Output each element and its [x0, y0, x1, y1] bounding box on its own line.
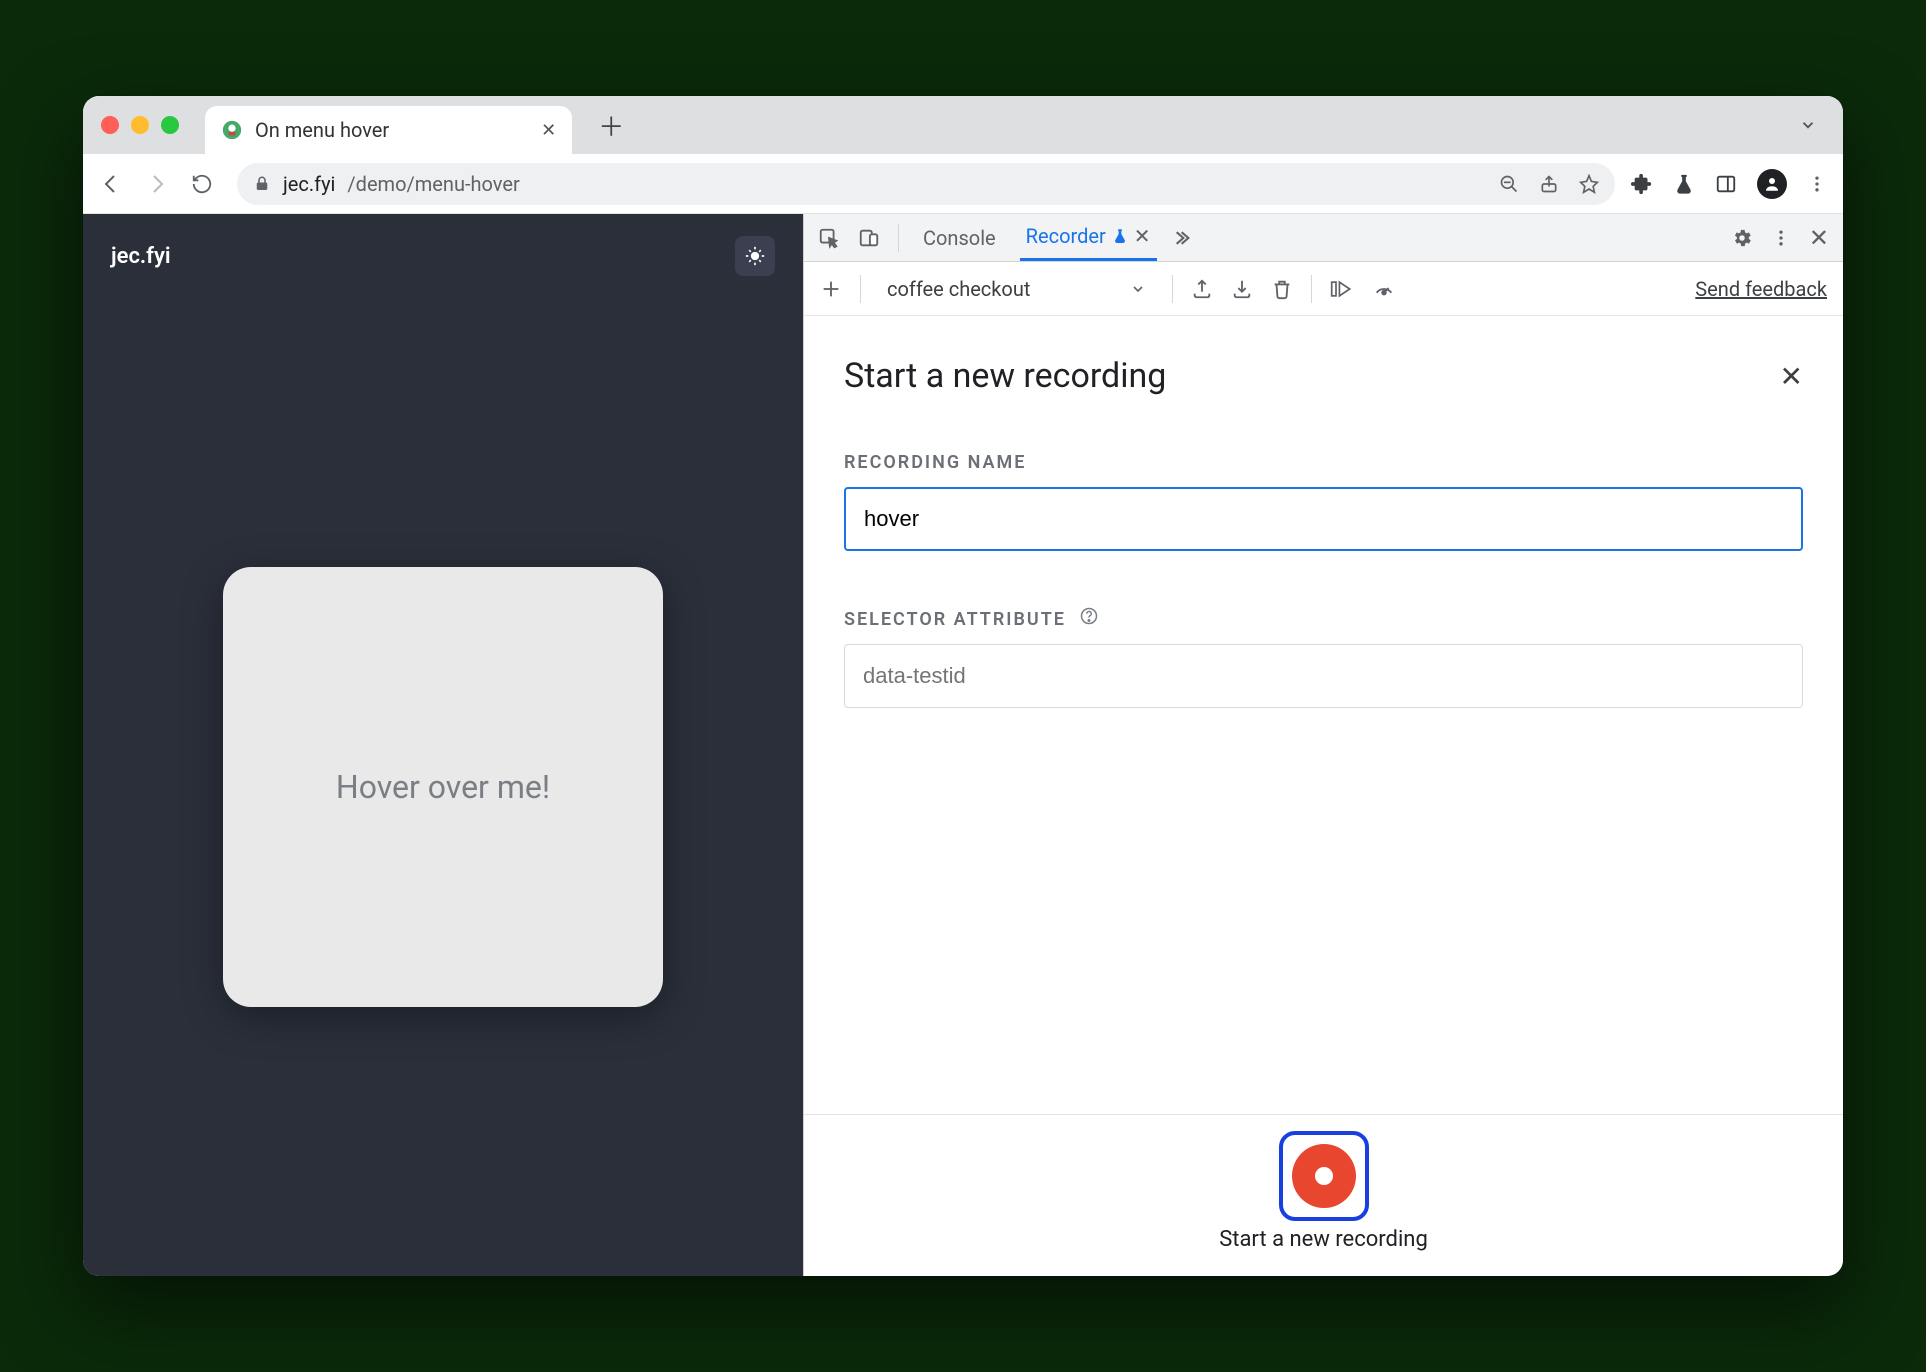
side-panel-icon[interactable]	[1715, 173, 1737, 195]
tab-title: On menu hover	[255, 118, 389, 142]
tab-strip: On menu hover ✕ ＋	[83, 96, 1843, 154]
site-name: jec.fyi	[111, 244, 171, 269]
minimize-window-button[interactable]	[131, 116, 149, 134]
tab-recorder[interactable]: Recorder ✕	[1020, 214, 1157, 261]
start-recording-button[interactable]	[1279, 1131, 1369, 1221]
address-bar[interactable]: jec.fyi/demo/menu-hover	[237, 163, 1615, 205]
close-window-button[interactable]	[101, 116, 119, 134]
replay-speed-icon[interactable]	[1372, 278, 1396, 300]
tab-console[interactable]: Console	[917, 214, 1002, 261]
panel-title: Start a new recording	[844, 356, 1166, 396]
browser-toolbar: jec.fyi/demo/menu-hover	[83, 154, 1843, 214]
labs-flask-icon[interactable]	[1673, 173, 1695, 195]
page-header: jec.fyi	[83, 214, 803, 298]
url-path: /demo/menu-hover	[347, 172, 519, 196]
forward-button[interactable]	[145, 172, 175, 196]
extensions-icon[interactable]	[1631, 173, 1653, 195]
theme-toggle-button[interactable]	[735, 236, 775, 276]
delete-icon[interactable]	[1271, 278, 1293, 300]
url-host: jec.fyi	[283, 172, 335, 196]
send-feedback-link[interactable]: Send feedback	[1695, 277, 1827, 301]
devtools-menu-icon[interactable]	[1771, 228, 1791, 248]
rendered-page: jec.fyi Hover over me!	[83, 214, 803, 1276]
recording-select[interactable]: coffee checkout	[879, 277, 1154, 301]
new-tab-button[interactable]: ＋	[598, 107, 624, 144]
browser-tab[interactable]: On menu hover ✕	[205, 106, 572, 154]
browser-menu-icon[interactable]	[1807, 174, 1827, 194]
inspect-element-icon[interactable]	[818, 227, 840, 249]
close-tab-recorder-icon[interactable]: ✕	[1134, 224, 1151, 248]
favicon-icon	[221, 119, 243, 141]
tab-list-chevron-icon[interactable]	[1799, 116, 1817, 134]
more-tabs-chevron-icon[interactable]	[1175, 228, 1195, 248]
replay-icon[interactable]	[1330, 278, 1354, 300]
recording-name-input[interactable]	[844, 487, 1803, 551]
import-icon[interactable]	[1231, 278, 1253, 300]
maximize-window-button[interactable]	[161, 116, 179, 134]
recorder-footer: Start a new recording	[804, 1114, 1843, 1276]
share-icon[interactable]	[1539, 174, 1559, 194]
close-devtools-icon[interactable]: ✕	[1809, 224, 1829, 252]
start-recording-label: Start a new recording	[1219, 1227, 1428, 1252]
content-area: jec.fyi Hover over me! C	[83, 214, 1843, 1276]
selector-attribute-input[interactable]	[844, 644, 1803, 708]
devtools-panel: Console Recorder ✕ ✕	[803, 214, 1843, 1276]
window-controls	[101, 116, 179, 134]
omnibox-actions	[1499, 174, 1599, 194]
zoom-out-icon[interactable]	[1499, 174, 1519, 194]
record-icon	[1292, 1144, 1356, 1208]
recording-name-label: RECORDING NAME	[844, 452, 1803, 473]
recorder-body: Start a new recording ✕ RECORDING NAME S…	[804, 316, 1843, 1114]
new-recording-icon[interactable]	[820, 278, 842, 300]
help-icon[interactable]	[1080, 607, 1098, 625]
back-button[interactable]	[99, 172, 129, 196]
browser-window: On menu hover ✕ ＋ jec.fyi/demo/menu-hove…	[83, 96, 1843, 1276]
selector-attribute-label: SELECTOR ATTRIBUTE	[844, 607, 1803, 630]
hover-card[interactable]: Hover over me!	[223, 567, 663, 1007]
profile-avatar[interactable]	[1757, 169, 1787, 199]
reload-button[interactable]	[191, 173, 221, 195]
lock-icon	[253, 175, 271, 193]
toolbar-right	[1631, 169, 1827, 199]
device-toggle-icon[interactable]	[858, 227, 880, 249]
close-panel-icon[interactable]: ✕	[1780, 360, 1803, 393]
export-icon[interactable]	[1191, 278, 1213, 300]
settings-gear-icon[interactable]	[1731, 227, 1753, 249]
recorder-toolbar: coffee checkout	[804, 262, 1843, 316]
bookmark-star-icon[interactable]	[1579, 174, 1599, 194]
devtools-tab-bar: Console Recorder ✕ ✕	[804, 214, 1843, 262]
close-tab-icon[interactable]: ✕	[541, 120, 556, 141]
hover-card-text: Hover over me!	[336, 768, 550, 806]
